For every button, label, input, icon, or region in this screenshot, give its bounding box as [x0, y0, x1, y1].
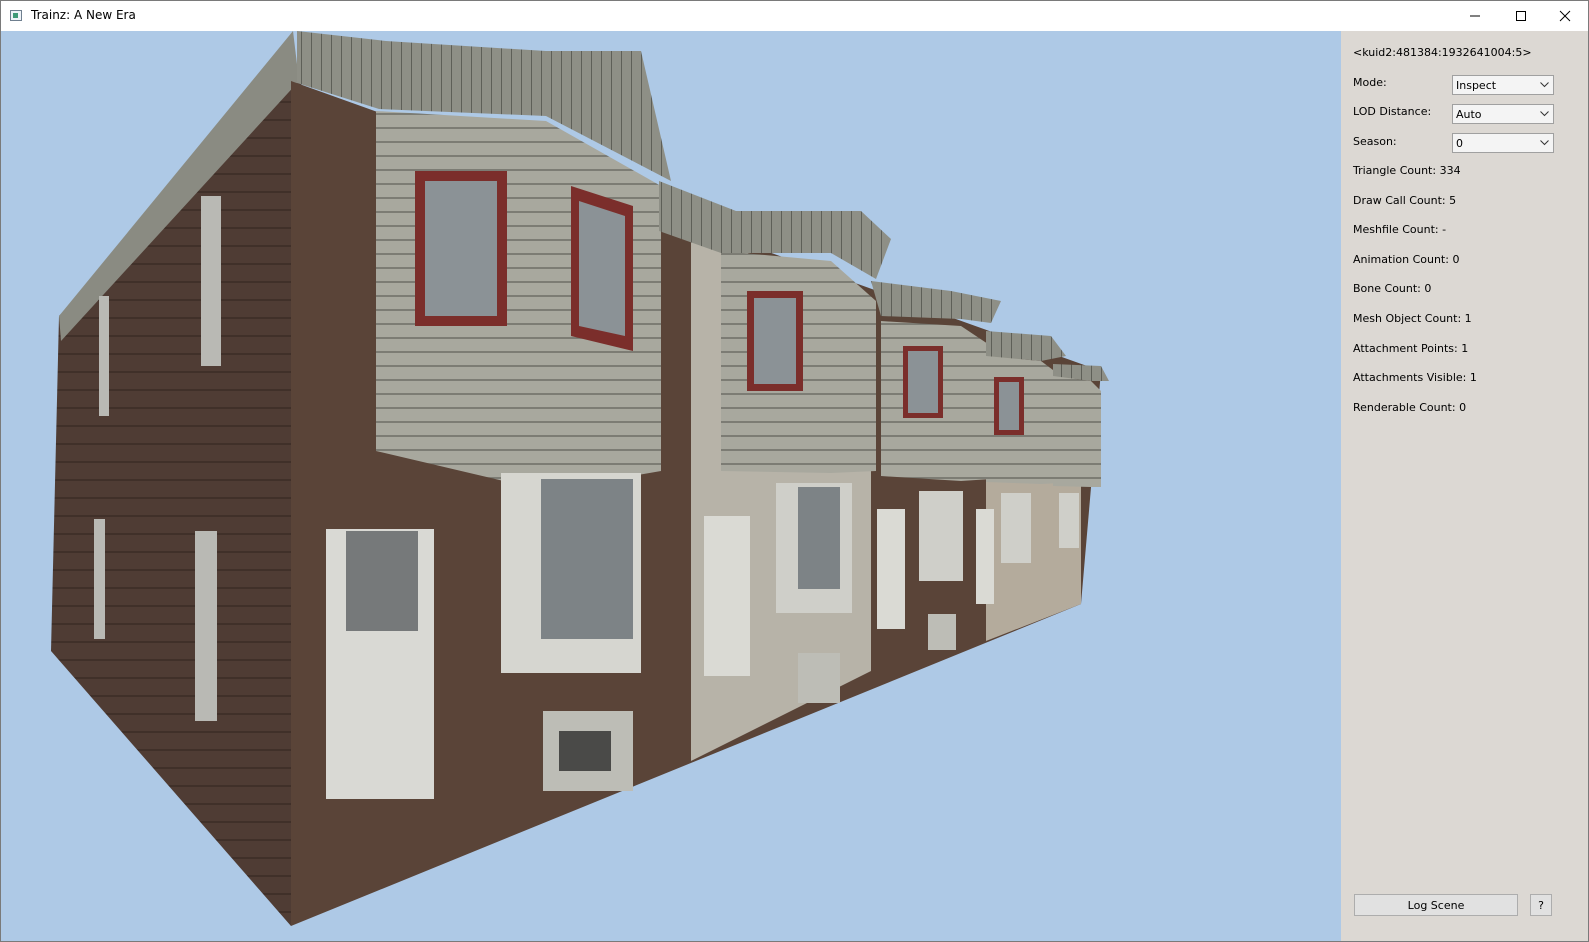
building-model [51, 31, 1109, 926]
upper-window-glass [908, 351, 938, 413]
minimize-button[interactable] [1452, 1, 1498, 31]
close-button[interactable] [1542, 1, 1588, 31]
log-scene-button[interactable]: Log Scene [1354, 894, 1518, 916]
chevron-down-icon [1540, 82, 1549, 88]
roof-4 [986, 331, 1066, 361]
basement-vent [928, 614, 956, 650]
upper-window-glass [754, 298, 796, 384]
close-icon [1559, 10, 1571, 22]
front-door [877, 509, 905, 629]
attachments-visible: Attachments Visible: 1 [1353, 371, 1477, 384]
mode-value: Inspect [1456, 79, 1497, 92]
kuid-label: <kuid2:481384:1932641004:5> [1353, 46, 1532, 59]
lower-window [1059, 493, 1079, 548]
basement-vent-grille [559, 731, 611, 771]
upper-window-glass [425, 181, 497, 316]
maximize-button[interactable] [1498, 1, 1544, 31]
front-door [704, 516, 750, 676]
chevron-down-icon [1540, 111, 1549, 117]
help-button[interactable]: ? [1530, 894, 1552, 916]
lower-window [1001, 493, 1031, 563]
lod-distance-value: Auto [1456, 108, 1482, 121]
side-window [94, 519, 105, 639]
season-dropdown[interactable]: 0 [1452, 133, 1554, 153]
upper-window-glass [999, 382, 1019, 430]
side-window [99, 296, 109, 416]
mesh-object-count: Mesh Object Count: 1 [1353, 312, 1472, 325]
mode-label: Mode: [1353, 76, 1387, 89]
log-scene-label: Log Scene [1407, 899, 1465, 912]
chevron-down-icon [1540, 140, 1549, 146]
animation-count: Animation Count: 0 [1353, 253, 1460, 266]
lod-distance-dropdown[interactable]: Auto [1452, 104, 1554, 124]
bone-count: Bone Count: 0 [1353, 282, 1432, 295]
front-door [976, 509, 994, 604]
title-bar[interactable]: Trainz: A New Era [1, 1, 1588, 31]
season-value: 0 [1456, 137, 1463, 150]
minimize-icon [1470, 15, 1480, 17]
lod-distance-label: LOD Distance: [1353, 105, 1432, 118]
door-glass [346, 531, 418, 631]
renderable-count: Renderable Count: 0 [1353, 401, 1467, 414]
3d-viewport[interactable] [1, 31, 1341, 941]
draw-call-count: Draw Call Count: 5 [1353, 194, 1457, 207]
help-label: ? [1538, 899, 1544, 912]
meshfile-count: Meshfile Count: - [1353, 223, 1447, 236]
side-window [201, 196, 221, 366]
triangle-count: Triangle Count: 334 [1353, 164, 1461, 177]
mode-dropdown[interactable]: Inspect [1452, 75, 1554, 95]
maximize-icon [1516, 11, 1526, 21]
app-icon [10, 10, 22, 21]
side-window [195, 531, 217, 721]
bay-window-5 [1053, 376, 1101, 487]
upper-window-glass [579, 201, 625, 336]
lower-window-glass [798, 487, 840, 589]
basement-vent [798, 653, 840, 703]
attachment-points: Attachment Points: 1 [1353, 342, 1469, 355]
window-title: Trainz: A New Era [31, 8, 136, 22]
lower-window-glass [541, 479, 633, 639]
lower-window [919, 491, 963, 581]
season-label: Season: [1353, 135, 1397, 148]
inspector-panel: <kuid2:481384:1932641004:5> Mode: Inspec… [1341, 31, 1588, 941]
app-window: Trainz: A New Era <kuid2:481384:19326410… [0, 0, 1589, 942]
